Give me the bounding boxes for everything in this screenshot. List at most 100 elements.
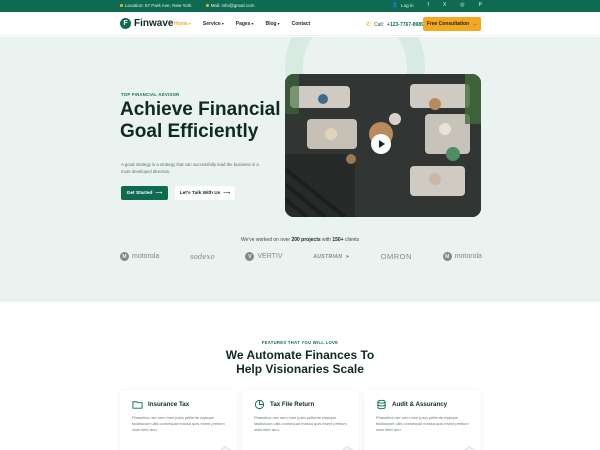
decorative-wave	[220, 445, 233, 450]
logo-text: motorola	[454, 253, 482, 260]
call-label: Call:	[374, 21, 385, 28]
logo-icon: F	[120, 18, 131, 29]
user-icon: 👤	[392, 2, 399, 7]
card-title: Audit & Assurancy	[392, 401, 448, 408]
clients-note: We've worked on over 200 projects with 1…	[0, 237, 600, 243]
clients-note-prefix: We've worked on over	[240, 237, 292, 243]
get-started-label: Get Started	[126, 190, 153, 196]
top-bar: Location: 57 Park Ave, New York Mail: in…	[0, 0, 600, 12]
nav-menu: Home▾ Service▾ Pages▾ Blog▾ Contact	[174, 21, 310, 27]
coins-stack-icon	[377, 399, 386, 410]
logo-text: OMRON	[380, 252, 412, 261]
client-logos: Mmotorola sodexo V VERTIV AUSTRIAN ➤ OMRON…	[120, 252, 482, 261]
hero-section: TOP FINANCIAL ADVISOR Achieve Financial …	[0, 37, 600, 302]
vertiv-mark-icon: V	[245, 252, 255, 261]
folder-icon	[132, 401, 143, 409]
nav-item-contact[interactable]: Contact	[292, 21, 311, 27]
login-link[interactable]: 👤 Log in	[392, 2, 413, 8]
arrow-right-icon: →	[472, 21, 478, 27]
motorola-logo: Mmotorola	[442, 252, 482, 261]
instagram-icon[interactable]: ◎	[460, 2, 464, 8]
location-pin-icon	[120, 4, 123, 7]
card-description: Phasellus nec sem inee justo pellente eq…	[254, 415, 347, 432]
nav-item-blog[interactable]: Blog▾	[265, 21, 279, 27]
chevron-down-icon: ▾	[277, 21, 280, 26]
feature-card-audit-assurancy[interactable]: Audit & Assurancy Phasellus nec sem inee…	[364, 390, 481, 450]
logo-text: Finwave	[134, 18, 174, 29]
mail-icon	[205, 4, 209, 7]
feature-card-tax-file-return[interactable]: Tax File Return Phasellus nec sem inee j…	[242, 390, 359, 450]
motorola-mark-icon: M	[442, 252, 452, 261]
nav-item-label: Blog	[265, 21, 277, 27]
location-info: Location: 57 Park Ave, New York	[120, 3, 192, 8]
logo[interactable]: F Finwave	[120, 18, 173, 29]
nav-item-label: Home	[174, 21, 188, 27]
free-consultation-button[interactable]: Free Consultation →	[423, 17, 481, 31]
features-eyebrow: FEATURES THAT YOU WILL LOVE	[261, 340, 339, 345]
austrian-logo: AUSTRIAN ➤	[313, 254, 350, 260]
decorative-wave	[464, 445, 477, 450]
nav-item-pages[interactable]: Pages▾	[236, 21, 254, 27]
card-head: Audit & Assurancy	[376, 399, 481, 410]
features-title-line: Help Visionaries Scale	[236, 362, 364, 376]
nav-item-label: Contact	[291, 21, 311, 27]
hero-eyebrow: TOP FINANCIAL ADVISOR	[121, 92, 180, 97]
talk-with-us-label: Let's Talk With Us	[179, 190, 221, 196]
features-title: We Automate Finances To Help Visionaries…	[0, 348, 600, 376]
arrow-right-icon: ⟶	[155, 190, 163, 196]
vertiv-logo: V VERTIV	[245, 252, 283, 261]
location-text: Location: 57 Park Ave, New York	[125, 3, 192, 8]
logo-text: AUSTRIAN	[313, 253, 343, 260]
contact-info: Location: 57 Park Ave, New York Mail: in…	[120, 3, 255, 8]
clients-note-projects: 200 projects	[291, 237, 321, 243]
hero-headline: Achieve Financial Goal Efficiently	[120, 99, 281, 142]
call-info[interactable]: ✆ Call: +123-7767-8989	[366, 21, 424, 29]
main-nav: F Finwave Home▾ Service▾ Pages▾ Blog▾ Co…	[0, 12, 600, 36]
nav-item-service[interactable]: Service▾	[203, 21, 224, 27]
decorative-wave	[342, 445, 355, 450]
hero-image	[285, 74, 481, 217]
nav-item-home[interactable]: Home▾	[174, 21, 191, 27]
logo-text: sodexo	[190, 252, 215, 261]
login-label: Log in	[401, 2, 414, 8]
talk-with-us-button[interactable]: Let's Talk With Us ⟶	[175, 186, 235, 200]
logo-text: motorola	[132, 253, 160, 260]
card-title: Tax File Return	[270, 401, 315, 408]
card-title: Insurance Tax	[148, 401, 190, 408]
card-head: Tax File Return	[254, 399, 359, 410]
logo-text: VERTIV	[257, 253, 283, 260]
card-head: Insurance Tax	[132, 399, 237, 410]
feature-cards: Insurance Tax Phasellus nec sem inee jus…	[120, 390, 481, 450]
mail-text: Mail: info@gmail.com	[210, 3, 255, 8]
clients-note-suffix: clients	[343, 237, 360, 243]
sodexo-logo: sodexo	[190, 253, 215, 261]
nav-item-label: Pages	[235, 21, 251, 27]
arrow-right-icon: ⟶	[223, 190, 231, 196]
omron-logo: OMRON	[381, 252, 412, 261]
play-video-button[interactable]	[371, 134, 391, 154]
clients-note-count: 150+	[332, 237, 344, 243]
card-description: Phasellus nec sem inee justo pellente eq…	[376, 415, 469, 432]
arrow-mark-icon: ➤	[345, 253, 350, 260]
get-started-button[interactable]: Get Started ⟶	[121, 186, 168, 200]
chart-pie-icon	[254, 399, 265, 410]
pinterest-icon[interactable]: P	[479, 2, 482, 8]
mail-info: Mail: info@gmail.com	[205, 3, 255, 8]
chevron-down-icon: ▾	[188, 21, 191, 26]
motorola-logo: Mmotorola	[120, 252, 159, 261]
facebook-icon[interactable]: f	[428, 2, 429, 8]
motorola-mark-icon: M	[120, 252, 129, 261]
features-title-line: We Automate Finances To	[225, 348, 375, 362]
top-bar-actions: 👤 Log in f X ◎ P	[392, 2, 482, 8]
chevron-down-icon: ▾	[221, 21, 224, 26]
chevron-down-icon: ▾	[251, 21, 254, 26]
x-twitter-icon[interactable]: X	[443, 2, 446, 8]
phone-icon: ✆	[366, 22, 372, 28]
feature-card-insurance-tax[interactable]: Insurance Tax Phasellus nec sem inee jus…	[120, 390, 237, 450]
card-description: Phasellus nec sem inee justo pellente eq…	[132, 415, 225, 432]
call-number: +123-7767-8989	[387, 21, 424, 28]
clients-note-mid: with	[320, 237, 333, 243]
nav-item-label: Service	[202, 21, 221, 27]
consultation-label: Free Consultation	[426, 21, 470, 27]
hero-subtext: A good strategy is a strategy that can s…	[121, 162, 259, 174]
